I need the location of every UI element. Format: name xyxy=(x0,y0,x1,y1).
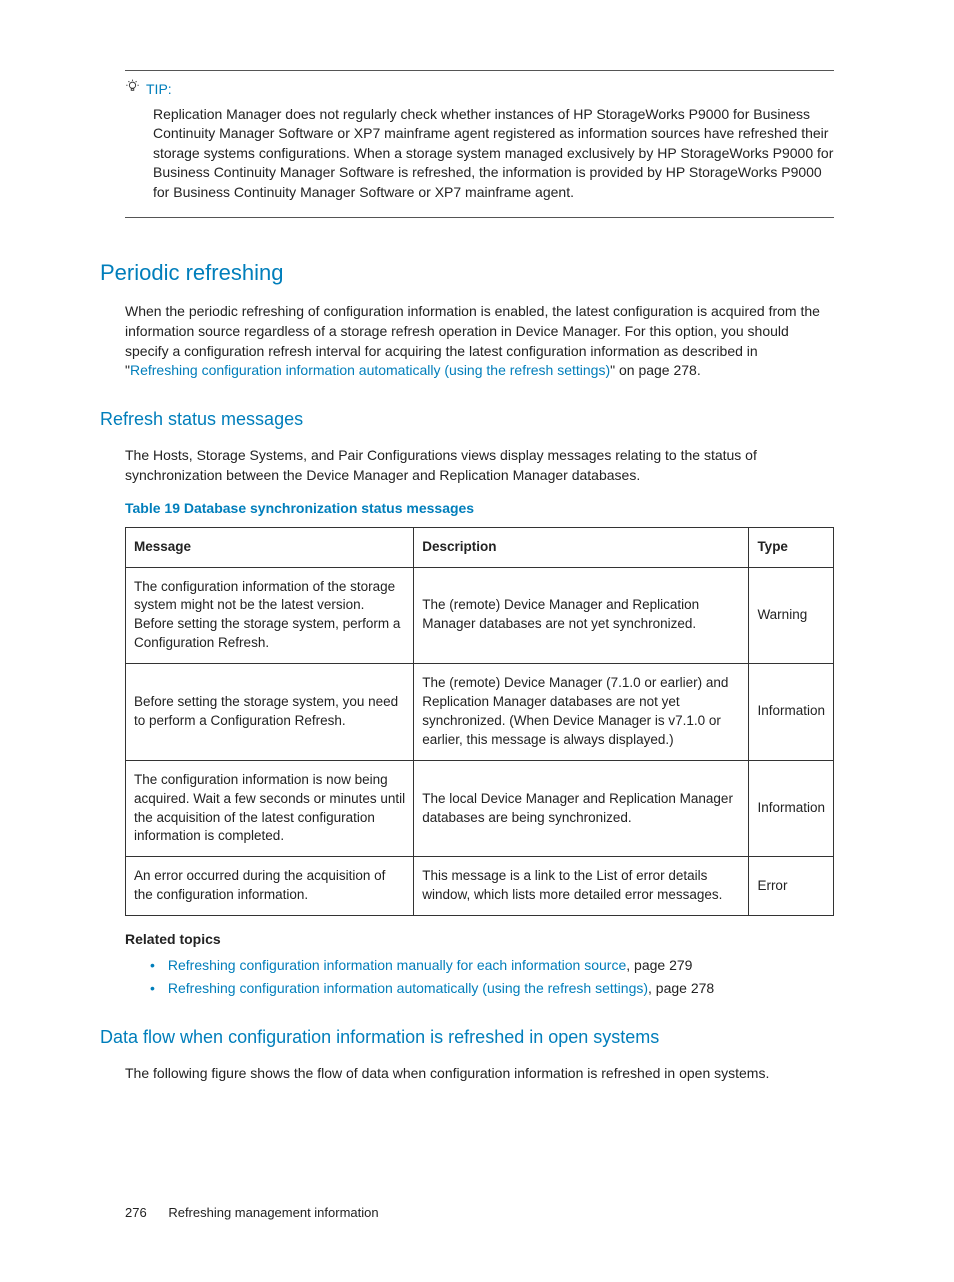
related-topics-heading: Related topics xyxy=(125,930,834,950)
refresh-status-intro: The Hosts, Storage Systems, and Pair Con… xyxy=(125,446,834,485)
cell-message: Before setting the storage system, you n… xyxy=(126,664,414,761)
page-footer: 276 Refreshing management information xyxy=(125,1204,834,1222)
cell-message: The configuration information is now bei… xyxy=(126,760,414,857)
table-caption: Table 19 Database synchronization status… xyxy=(125,499,834,519)
related-topics-list: Refreshing configuration information man… xyxy=(150,956,834,999)
cell-description: The (remote) Device Manager and Replicat… xyxy=(414,567,749,664)
cell-description: The (remote) Device Manager (7.1.0 or ea… xyxy=(414,664,749,761)
cell-description: This message is a link to the List of er… xyxy=(414,857,749,916)
table-row: An error occurred during the acquisition… xyxy=(126,857,834,916)
periodic-refresh-settings-link[interactable]: Refreshing configuration information aut… xyxy=(130,362,610,378)
related-link-manual-refresh[interactable]: Refreshing configuration information man… xyxy=(168,957,626,973)
table-row: The configuration information is now bei… xyxy=(126,760,834,857)
cell-type: Information xyxy=(749,664,834,761)
status-messages-table: Message Description Type The configurati… xyxy=(125,527,834,916)
tip-body: Replication Manager does not regularly c… xyxy=(153,105,834,203)
cell-type: Warning xyxy=(749,567,834,664)
cell-description: The local Device Manager and Replication… xyxy=(414,760,749,857)
table-header-type: Type xyxy=(749,527,834,567)
lightbulb-icon xyxy=(125,79,140,100)
related-link-auto-refresh[interactable]: Refreshing configuration information aut… xyxy=(168,980,648,996)
refresh-status-heading: Refresh status messages xyxy=(100,407,834,432)
periodic-refreshing-body: When the periodic refreshing of configur… xyxy=(125,302,834,380)
list-item: Refreshing configuration information man… xyxy=(150,956,834,976)
tip-callout: TIP: Replication Manager does not regula… xyxy=(125,70,834,218)
related-link-suffix: , page 279 xyxy=(626,957,692,973)
table-row: The configuration information of the sto… xyxy=(126,567,834,664)
periodic-refreshing-heading: Periodic refreshing xyxy=(100,258,834,289)
data-flow-body: The following figure shows the flow of d… xyxy=(125,1064,834,1084)
footer-title: Refreshing management information xyxy=(168,1205,378,1220)
cell-message: An error occurred during the acquisition… xyxy=(126,857,414,916)
list-item: Refreshing configuration information aut… xyxy=(150,979,834,999)
periodic-body-post: " on page 278. xyxy=(610,362,701,378)
table-header-message: Message xyxy=(126,527,414,567)
cell-type: Information xyxy=(749,760,834,857)
tip-label: TIP: xyxy=(146,80,172,100)
table-header-description: Description xyxy=(414,527,749,567)
data-flow-heading: Data flow when configuration information… xyxy=(100,1025,834,1050)
page-number: 276 xyxy=(125,1205,147,1220)
table-row: Before setting the storage system, you n… xyxy=(126,664,834,761)
related-link-suffix: , page 278 xyxy=(648,980,714,996)
cell-type: Error xyxy=(749,857,834,916)
cell-message: The configuration information of the sto… xyxy=(126,567,414,664)
